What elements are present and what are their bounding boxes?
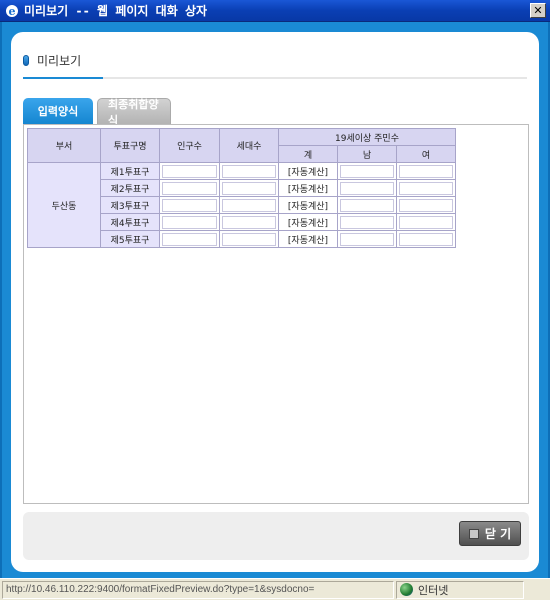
households-input[interactable] <box>219 179 279 197</box>
header-population: 인구수 <box>159 128 220 163</box>
households-input[interactable] <box>219 196 279 214</box>
header-households: 세대수 <box>219 128 279 163</box>
total-auto: [자동계산] <box>278 230 338 248</box>
district-name: 제2투표구 <box>100 179 160 197</box>
population-input[interactable] <box>159 230 220 248</box>
district-name: 제1투표구 <box>100 162 160 180</box>
households-input[interactable] <box>219 162 279 180</box>
preview-content: 부서 투표구명 인구수 세대수 19세이상 주민수 계 남 여 두산동 제1투표… <box>23 124 529 504</box>
security-zone: 인터넷 <box>396 580 524 599</box>
page-header: 미리보기 <box>23 50 81 70</box>
close-button-icon <box>468 528 479 539</box>
female-input[interactable] <box>396 213 456 231</box>
header-male: 남 <box>337 145 397 163</box>
internet-explorer-icon: e <box>4 3 20 19</box>
district-name: 제4투표구 <box>100 213 160 231</box>
tab-input-form[interactable]: 입력양식 <box>23 98 93 124</box>
population-input[interactable] <box>159 196 220 214</box>
male-input[interactable] <box>337 196 397 214</box>
population-input[interactable] <box>159 179 220 197</box>
population-input[interactable] <box>159 213 220 231</box>
female-input[interactable] <box>396 179 456 197</box>
total-auto: [자동계산] <box>278 162 338 180</box>
population-input[interactable] <box>159 162 220 180</box>
dialog-frame: 미리보기 입력양식 최종취합양식 부서 투표구명 인구수 세대수 19세이상 주… <box>0 22 550 578</box>
male-input[interactable] <box>337 179 397 197</box>
total-auto: [자동계산] <box>278 213 338 231</box>
tab-final-form[interactable]: 최종취합양식 <box>97 98 171 127</box>
header-dept: 부서 <box>27 128 101 163</box>
window-title: 미리보기 -- 웹 페이지 대화 상자 <box>24 4 208 18</box>
header-district: 투표구명 <box>100 128 160 163</box>
female-input[interactable] <box>396 162 456 180</box>
male-input[interactable] <box>337 213 397 231</box>
header-female: 여 <box>396 145 456 163</box>
dialog-panel: 미리보기 입력양식 최종취합양식 부서 투표구명 인구수 세대수 19세이상 주… <box>11 32 539 572</box>
households-input[interactable] <box>219 230 279 248</box>
male-input[interactable] <box>337 230 397 248</box>
total-auto: [자동계산] <box>278 196 338 214</box>
district-name: 제5투표구 <box>100 230 160 248</box>
header-voters-group: 19세이상 주민수 <box>278 128 456 146</box>
male-input[interactable] <box>337 162 397 180</box>
bullet-icon <box>23 54 29 66</box>
svg-text:e: e <box>9 5 16 18</box>
data-table: 부서 투표구명 인구수 세대수 19세이상 주민수 계 남 여 두산동 제1투표… <box>27 128 456 248</box>
female-input[interactable] <box>396 196 456 214</box>
window-title-bar: e 미리보기 -- 웹 페이지 대화 상자 ✕ <box>0 0 550 22</box>
close-button[interactable]: 닫 기 <box>459 521 521 546</box>
female-input[interactable] <box>396 230 456 248</box>
page-title: 미리보기 <box>37 53 82 68</box>
header-total: 계 <box>278 145 338 163</box>
header-underline <box>23 77 103 79</box>
zone-label: 인터넷 <box>418 583 449 597</box>
tab-bar: 입력양식 최종취합양식 <box>23 98 175 127</box>
globe-icon <box>400 583 413 596</box>
close-button-label: 닫 기 <box>484 527 512 541</box>
window-close-button[interactable]: ✕ <box>530 3 546 18</box>
total-auto: [자동계산] <box>278 179 338 197</box>
households-input[interactable] <box>219 213 279 231</box>
footer-bar: 닫 기 <box>23 512 529 560</box>
status-url: http://10.46.110.222:9400/formatFixedPre… <box>2 580 394 599</box>
district-name: 제3투표구 <box>100 196 160 214</box>
header-divider <box>103 77 527 79</box>
dept-name: 두산동 <box>27 162 101 248</box>
table-row: 두산동 제1투표구 [자동계산] <box>27 162 456 248</box>
status-bar: http://10.46.110.222:9400/formatFixedPre… <box>0 578 550 600</box>
resize-grip[interactable] <box>526 581 542 599</box>
